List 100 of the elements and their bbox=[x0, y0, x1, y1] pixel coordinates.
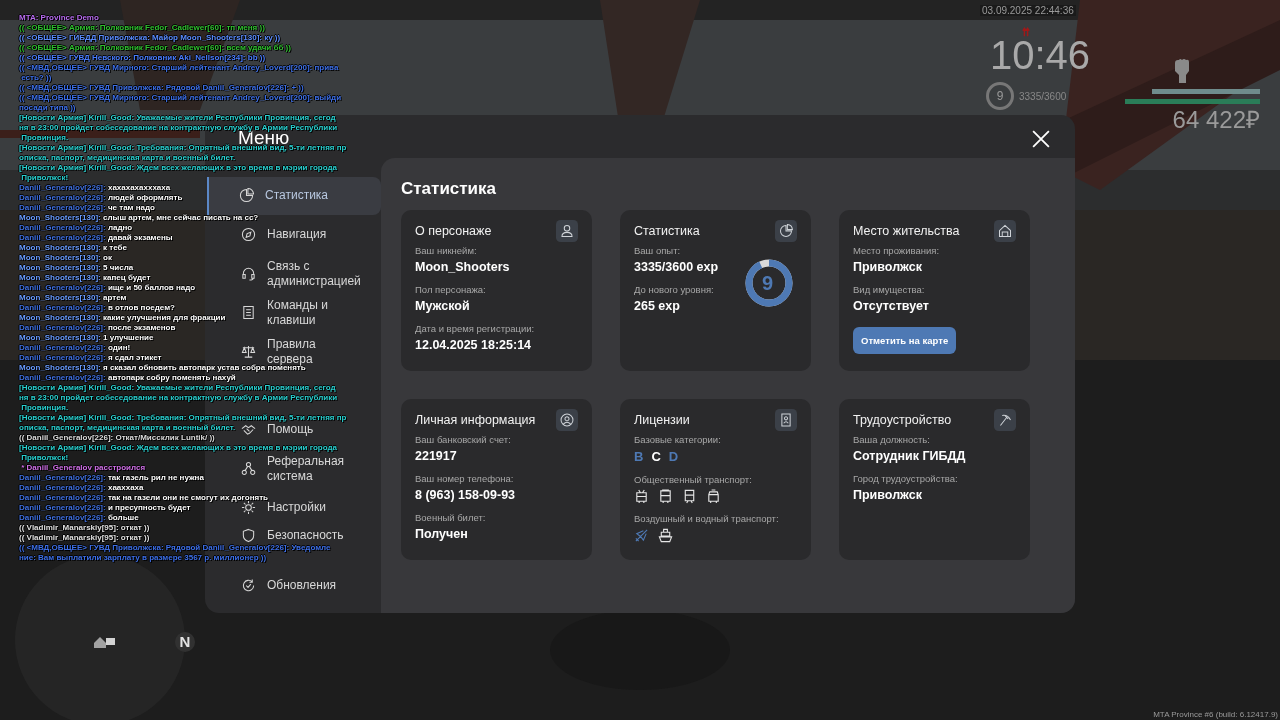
money-amount: 64 422₽ bbox=[1172, 107, 1260, 133]
field-label: Пол персонажа: bbox=[415, 284, 487, 296]
clock: 10:46 bbox=[990, 35, 1091, 75]
chat-message: (( <ОБЩЕЕ> ГУВД Невского: Полковник Aki_Nellson[234]: bb )) bbox=[19, 54, 266, 62]
chat-message: Moon_Shooters[130]: 5 числа bbox=[19, 264, 134, 272]
pie-chart-icon bbox=[775, 220, 797, 242]
chat-message: Daniil_Generalov[226]: ладно bbox=[19, 224, 133, 232]
nav-item[interactable]: Связь с администрацией bbox=[239, 258, 363, 289]
chat-message: [Новости Армия] Kirill_Good: Требования: Опрятный внешний вид, 5-ти летняя пр bbox=[19, 414, 347, 422]
pickaxe-icon bbox=[994, 409, 1016, 431]
field-label: Воздушный и водный транспорт: bbox=[634, 513, 780, 525]
pie-chart-icon bbox=[239, 188, 254, 203]
chat-message: Daniil_Generalov[226]: ище и 50 баллов надо bbox=[19, 284, 196, 292]
chat-message: Daniil_Generalov[226]: хааххаха bbox=[19, 484, 144, 492]
card-title: Статистика bbox=[634, 224, 700, 238]
mark-on-map-button[interactable]: Отметить на карте bbox=[853, 327, 957, 354]
field-label: Вид имущества: bbox=[853, 284, 926, 296]
nav-item[interactable]: Безопасность bbox=[239, 528, 344, 543]
chat-message: Провинция. bbox=[20, 404, 69, 412]
chat-message: ние: Вам выплатили зарплату в размере 3567 р. миллионер )) bbox=[19, 554, 267, 562]
field-label: Ваш никнейм: bbox=[415, 245, 478, 257]
chat-message: Приволжск! bbox=[20, 174, 69, 182]
chat-message: * Daniil_Generalov расстроился bbox=[20, 464, 146, 472]
menu-title: Меню bbox=[238, 133, 290, 143]
field-value: Приволжск bbox=[853, 259, 923, 275]
nav-item[interactable]: Обновления bbox=[239, 578, 337, 593]
chat-message: Daniil_Generalov[226]: так газель рил не нужна bbox=[19, 474, 204, 482]
level-number: 9 bbox=[762, 271, 774, 295]
chat-message: (( <МВД,ОБЩЕЕ> ГУВД Мирного: Старший лейтенант Andrey_Loverd[200]: выйди bbox=[19, 94, 342, 102]
close-button[interactable] bbox=[1032, 129, 1050, 148]
field-label: Место проживания: bbox=[853, 245, 941, 257]
field-label: Ваш банковский счет: bbox=[415, 434, 512, 446]
chat-message: Moon_Shooters[130]: к тебе bbox=[19, 244, 127, 252]
nav-item[interactable]: Настройки bbox=[239, 500, 326, 515]
chat-message: [Новости Армия] Kirill_Good: Уважаемые жители Республики Провинция, сегод bbox=[19, 114, 336, 122]
field-value: 3335/3600 exp bbox=[634, 259, 719, 275]
chat-message: Daniil_Generalov[226]: в отлов поедем? bbox=[19, 304, 175, 312]
field-value: Moon_Shooters bbox=[415, 259, 511, 275]
section-heading: Статистика bbox=[401, 178, 498, 200]
field-value: 8 (963) 158-09-93 bbox=[415, 487, 516, 503]
chat-message: [Новости Армия] Kirill_Good: Требования: Опрятный внешний вид, 5-ти летняя пр bbox=[19, 144, 347, 152]
card-title: Личная информация bbox=[415, 413, 536, 427]
chat-message: Moon_Shooters[130]: капец будет bbox=[19, 274, 151, 282]
chat-message: есть? )) bbox=[20, 74, 52, 82]
compass-icon bbox=[241, 227, 256, 242]
arrows-icon bbox=[1022, 26, 1030, 37]
chat-message: (( Vladimir_Manarskiy[95]: откат )) bbox=[19, 524, 150, 532]
field-value: 221917 bbox=[415, 448, 458, 464]
nav-item[interactable]: Статистика bbox=[207, 176, 381, 215]
chat-message: (( <ОБЩЕЕ> Армия: Полковник Fedor_Cadlewer[60]: всем удачи бб )) bbox=[19, 44, 291, 52]
field-label: Город трудоустройства: bbox=[853, 473, 959, 485]
chat-message: Daniil_Generalov[226]: че там надо bbox=[19, 204, 155, 212]
chat-message: MTA: Province Demo bbox=[19, 14, 99, 22]
chat-message: Daniil_Generalov[226]: людей оформлять bbox=[19, 194, 183, 202]
id-card-icon bbox=[775, 409, 797, 431]
chat-message: Daniil_Generalov[226]: один! bbox=[19, 344, 131, 352]
card-title: Лицензии bbox=[634, 413, 690, 427]
chat-message: (( Daniil_Generalov[226]: Откат/Миссклик Luntik/ )) bbox=[19, 434, 215, 442]
chat-message: посади типа )) bbox=[19, 104, 76, 112]
chat-message: ня в 23:00 пройдет собеседование на контрактную службу в Армии Республики bbox=[19, 394, 338, 402]
chat-message: описка, паспорт, медицинская карта и военный билет. bbox=[19, 154, 236, 162]
field-value: Мужской bbox=[415, 298, 471, 314]
chat-message: (( Vladimir_Manarskiy[95]: откат )) bbox=[19, 534, 150, 542]
field-label: Ваш номер телефона: bbox=[415, 473, 515, 485]
refresh-icon bbox=[241, 578, 256, 593]
chat-message: Daniil_Generalov[226]: после экзаменов bbox=[19, 324, 176, 332]
chat-message: Moon_Shooters[130]: 1 улучшение bbox=[19, 334, 154, 342]
house-icon bbox=[994, 220, 1016, 242]
license-category: B bbox=[634, 449, 644, 465]
chat-message: (( <МВД,ОБЩЕЕ> ГУВД Мирного: Старший лейтенант Andrey_Loverd[200]: прива bbox=[19, 64, 339, 72]
network-icon bbox=[241, 461, 256, 476]
chat-message: (( <МВД,ОБЩЕЕ> ГУВД Приволжска: Рядовой Daniil_Generalov[226]: + )) bbox=[19, 84, 304, 92]
nav-item[interactable]: Помощь bbox=[239, 422, 314, 437]
field-value: Сотрудник ГИБДД bbox=[853, 448, 966, 464]
card-title: О персонаже bbox=[415, 224, 492, 238]
date-time: 03.09.2025 22:44:36 bbox=[980, 5, 1076, 16]
nav-item[interactable]: Команды и клавиши bbox=[239, 297, 363, 328]
field-label: Дата и время регистрации: bbox=[415, 323, 535, 335]
card-title: Место жительства bbox=[853, 224, 960, 238]
chat-message: Daniil_Generalov[226]: давай экзамены bbox=[19, 234, 173, 242]
chat-message: Moon_Shooters[130]: какие улучшения для фракции bbox=[19, 314, 226, 322]
chat-message: Moon_Shooters[130]: слыш артем, мне сейчас писать на сс? bbox=[19, 214, 259, 222]
chat-message: Daniil_Generalov[226]: и пресупность будет bbox=[19, 504, 191, 512]
field-value: Получен bbox=[415, 526, 469, 542]
chat-message: Daniil_Generalov[226]: я сдал этикет bbox=[19, 354, 162, 362]
field-label: Общественный транспорт: bbox=[634, 474, 753, 486]
chat-message: Приволжск! bbox=[20, 454, 69, 462]
chat-message: Daniil_Generalov[226]: так на газели они не смогут их догонять bbox=[19, 494, 268, 502]
field-value: 12.04.2025 18:25:14 bbox=[415, 337, 533, 353]
level-badge: 9 bbox=[986, 82, 1014, 110]
chat-message: Moon_Shooters[130]: я сказал обновить автопарк устав собра поменять bbox=[19, 364, 306, 372]
chat-message: [Новости Армия] Kirill_Good: Ждем всех желающих в это время в мэрии города bbox=[19, 444, 338, 452]
nav-item[interactable]: Реферальная система bbox=[239, 453, 363, 484]
chat-message: Moon_Shooters[130]: артем bbox=[19, 294, 127, 302]
chat-message: Daniil_Generalov[226]: хахахахахххаха bbox=[19, 184, 171, 192]
chat-message: описка, паспорт, медицинская карта и военный билет. bbox=[19, 424, 236, 432]
nav-item[interactable]: Навигация bbox=[239, 227, 327, 242]
document-icon bbox=[241, 305, 256, 320]
field-value: Отсутствует bbox=[853, 298, 930, 314]
chat-message: [Новости Армия] Kirill_Good: Уважаемые жители Республики Провинция, сегод bbox=[19, 384, 336, 392]
